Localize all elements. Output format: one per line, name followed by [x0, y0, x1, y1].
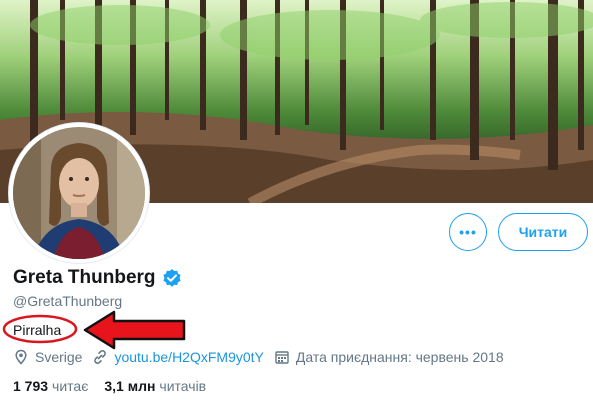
annotation-arrow: [83, 310, 186, 350]
follow-button[interactable]: Читати: [498, 213, 588, 251]
website-link[interactable]: youtu.be/H2QxFM9y0tY: [114, 349, 263, 365]
profile-stats: 1 793 читає 3,1 млн читачів: [13, 378, 222, 394]
verified-badge-icon[interactable]: [162, 268, 182, 288]
profile-name[interactable]: Greta Thunberg: [13, 267, 156, 289]
profile-handle: @GretaThunberg: [13, 293, 123, 309]
following-label: читає: [52, 378, 89, 394]
website-item[interactable]: youtu.be/H2QxFM9y0tY: [92, 349, 264, 365]
annotation-circle: [2, 314, 78, 344]
followers-count: 3,1 млн: [104, 378, 156, 394]
profile-avatar[interactable]: [9, 123, 149, 263]
more-options-button[interactable]: •••: [449, 213, 487, 251]
avatar-photo: [13, 127, 145, 259]
joined-text: Дата приєднання: червень 2018: [295, 349, 504, 365]
follow-button-label: Читати: [518, 224, 568, 240]
followers-stat[interactable]: 3,1 млн читачів: [104, 378, 206, 394]
location-text: Sverige: [35, 349, 83, 365]
following-stat[interactable]: 1 793 читає: [13, 378, 88, 394]
profile-name-row: Greta Thunberg: [13, 267, 182, 289]
followers-label: читачів: [159, 378, 207, 394]
profile-meta: Sverige youtu.be/H2QxFM9y0tY Дата приєдн…: [13, 349, 514, 365]
location-pin-icon: [13, 349, 29, 365]
link-icon: [92, 349, 108, 365]
following-count: 1 793: [13, 378, 49, 394]
joined-item: Дата приєднання: червень 2018: [274, 349, 504, 365]
more-options-label: •••: [459, 224, 477, 240]
calendar-icon: [274, 349, 290, 365]
location-item: Sverige: [13, 349, 82, 365]
